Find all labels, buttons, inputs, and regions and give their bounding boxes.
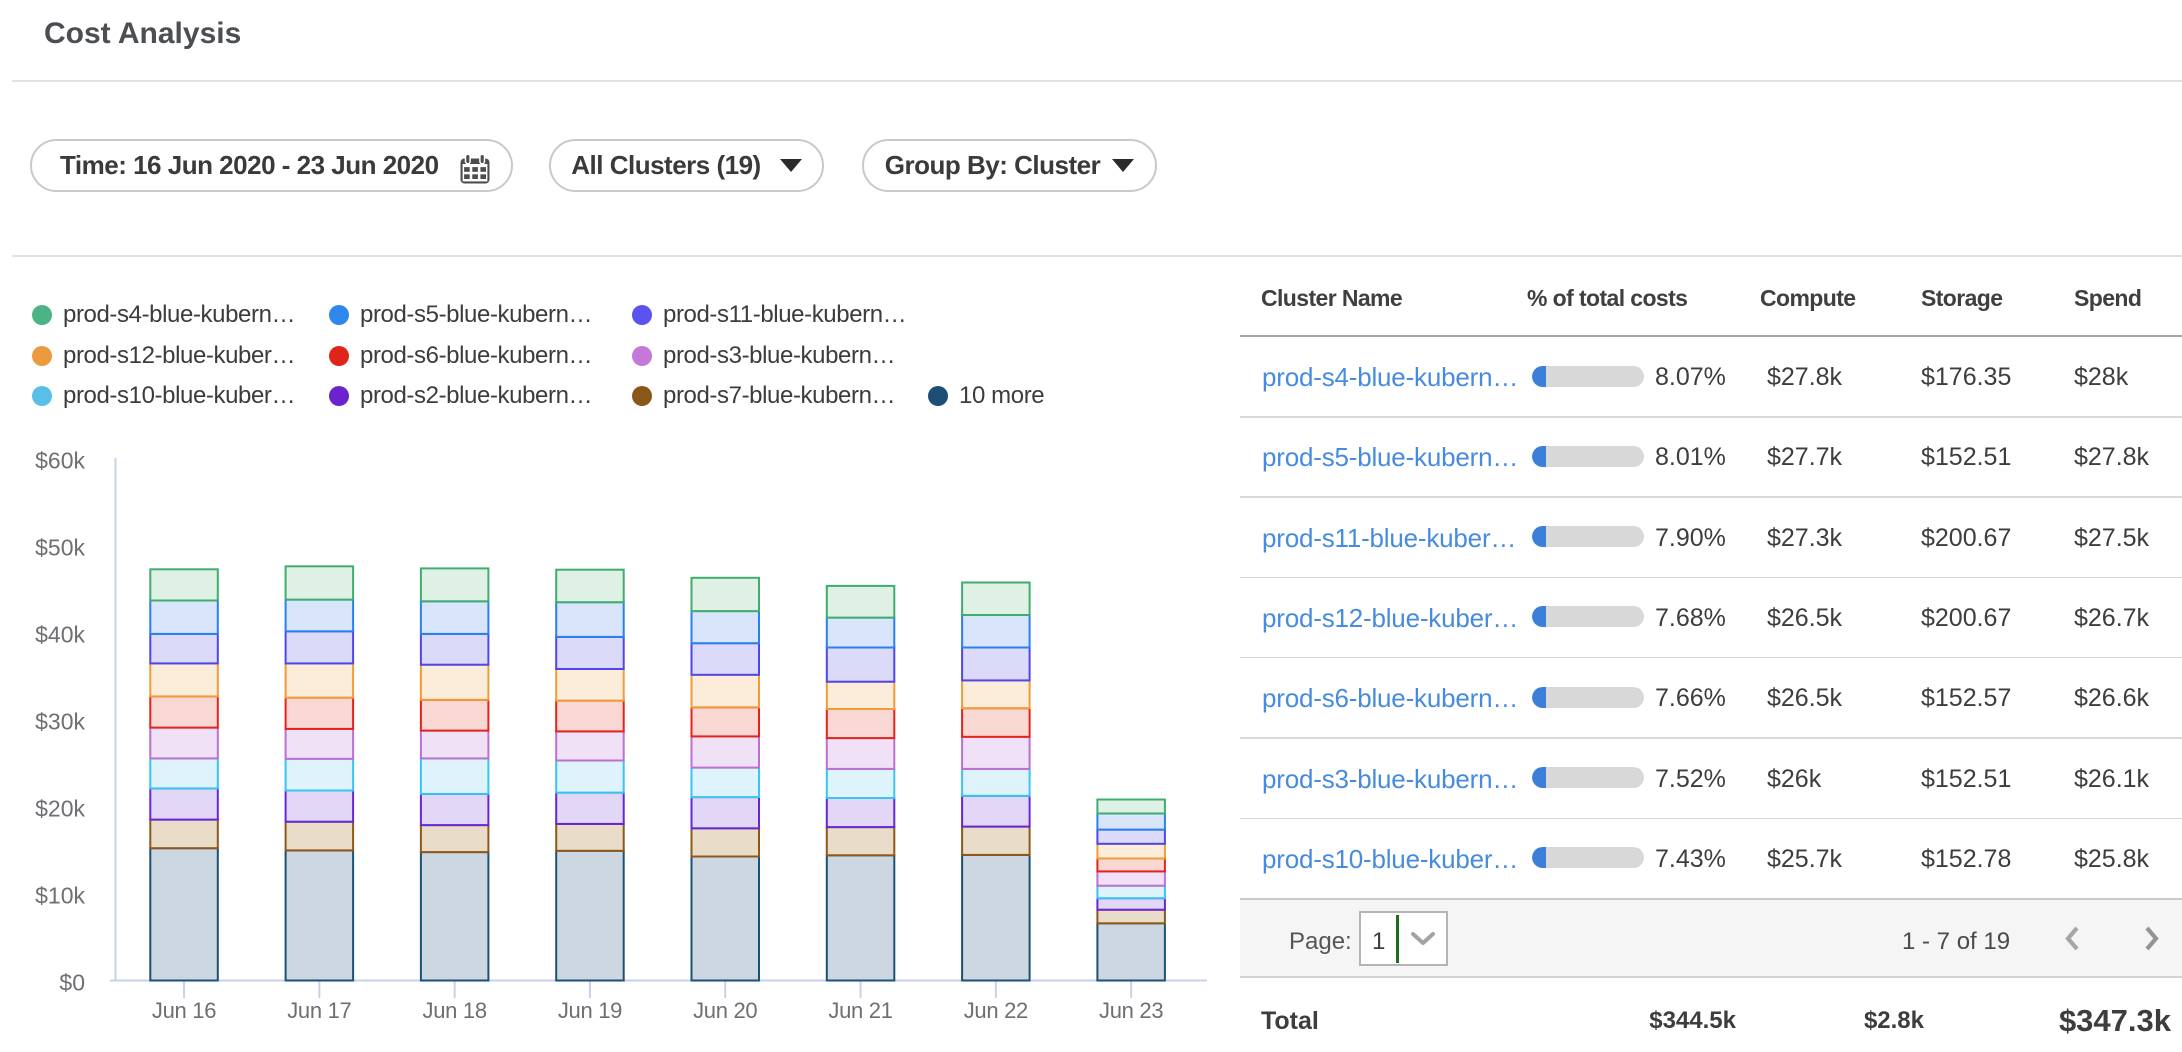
svg-text:$20k: $20k: [35, 796, 85, 822]
svg-text:$30k: $30k: [35, 709, 85, 735]
svg-text:$50k: $50k: [35, 535, 85, 561]
svg-text:$10k: $10k: [35, 883, 85, 909]
svg-text:Jun 23: Jun 23: [1099, 998, 1163, 1023]
svg-text:$60k: $60k: [35, 448, 85, 474]
svg-text:Jun 19: Jun 19: [558, 998, 622, 1023]
svg-text:Jun 21: Jun 21: [828, 998, 892, 1023]
svg-text:Jun 17: Jun 17: [287, 998, 351, 1023]
svg-text:$40k: $40k: [35, 622, 85, 648]
svg-text:$0: $0: [59, 970, 85, 996]
svg-text:Jun 16: Jun 16: [152, 998, 216, 1023]
svg-text:Jun 20: Jun 20: [693, 998, 757, 1023]
svg-text:Jun 22: Jun 22: [964, 998, 1028, 1023]
svg-text:Jun 18: Jun 18: [423, 998, 487, 1023]
